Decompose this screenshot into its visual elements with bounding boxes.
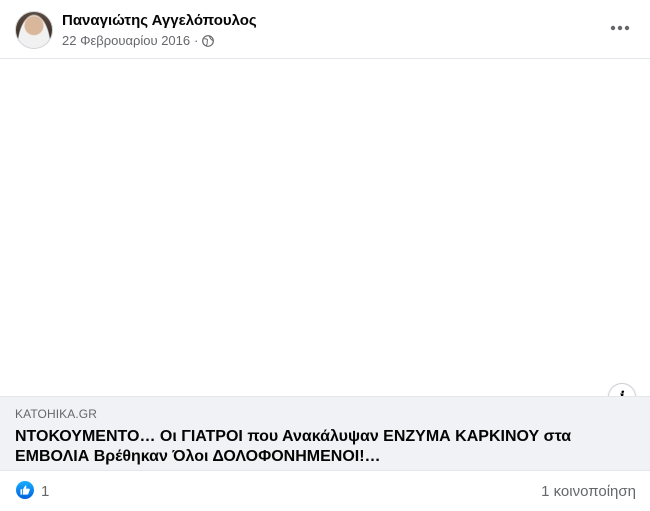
post-header: Παναγιώτης Αγγελόπουλος 22 Φεβρουαρίου 2… [0, 0, 650, 58]
post-meta: 22 Φεβρουαρίου 2016 · [62, 33, 215, 48]
more-options-icon[interactable] [604, 14, 636, 42]
like-count[interactable]: 1 [41, 483, 49, 500]
link-image-area[interactable] [0, 59, 650, 395]
globe-icon[interactable] [202, 34, 215, 47]
thumbs-up-icon[interactable] [16, 481, 34, 499]
meta-separator: · [194, 33, 199, 48]
author-avatar[interactable] [15, 11, 53, 49]
post-date[interactable]: 22 Φεβρουαρίου 2016 [62, 33, 190, 48]
link-preview[interactable]: KATOHIKA.GR ΝΤΟΚΟΥΜΕΝΤΟ… Οι ΓΙΑΤΡΟΙ που … [0, 396, 650, 470]
facebook-post: Παναγιώτης Αγγελόπουλος 22 Φεβρουαρίου 2… [0, 0, 650, 511]
link-domain: KATOHIKA.GR [15, 407, 98, 421]
reactions-bar: 1 1 κοινοποίηση [0, 470, 650, 511]
link-title[interactable]: ΝΤΟΚΟΥΜΕΝΤΟ… Οι ΓΙΑΤΡΟΙ που Ανακάλυψαν Ε… [15, 427, 595, 467]
author-name[interactable]: Παναγιώτης Αγγελόπουλος [62, 12, 257, 29]
shares-count[interactable]: 1 κοινοποίηση [541, 483, 636, 500]
